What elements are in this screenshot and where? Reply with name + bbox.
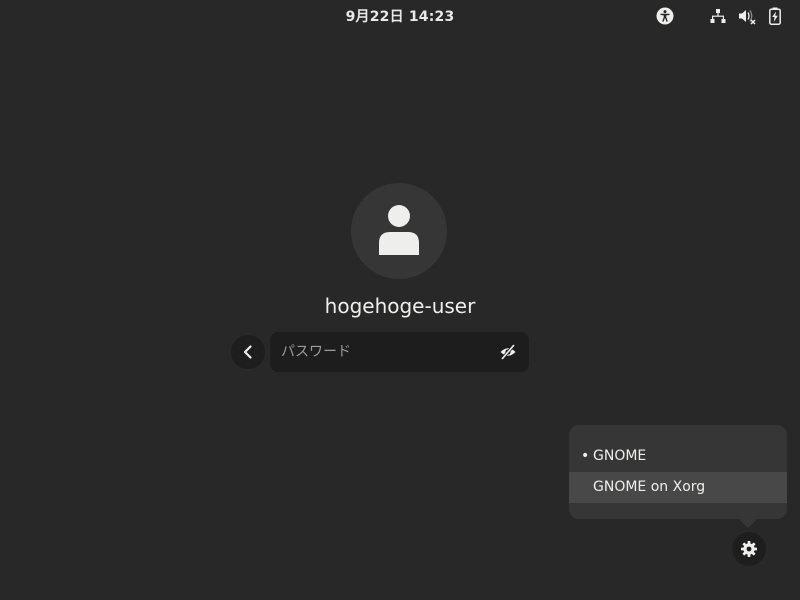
clock[interactable]: 9月22日 14:23 [0,6,800,26]
password-entry[interactable] [270,332,529,372]
session-settings-button[interactable] [732,532,766,566]
network-wired-icon[interactable] [708,6,728,26]
session-item-label: GNOME on Xorg [593,479,706,495]
username-label: hogehoge-user [324,294,476,318]
user-icon [379,205,419,255]
session-item-label: GNOME [593,448,647,464]
chevron-left-icon [243,345,252,359]
session-item-gnome[interactable]: • GNOME [569,441,787,472]
back-button[interactable] [231,335,265,369]
user-avatar [351,183,447,279]
password-input[interactable] [270,332,490,372]
battery-charging-icon[interactable] [765,6,785,26]
gear-icon [741,541,757,557]
accessibility-icon[interactable] [655,6,675,26]
reveal-password-button[interactable] [499,343,517,361]
session-menu-arrow [737,517,759,528]
session-menu: • GNOME GNOME on Xorg [569,425,787,519]
login-screen: 9月22日 14:23 hogehoge-user • GNOME GNOME … [0,0,800,600]
volume-muted-icon[interactable] [737,6,757,26]
selected-marker: • [581,448,590,464]
eye-hidden-icon [500,343,516,361]
session-item-gnome-xorg[interactable]: GNOME on Xorg [569,472,787,503]
